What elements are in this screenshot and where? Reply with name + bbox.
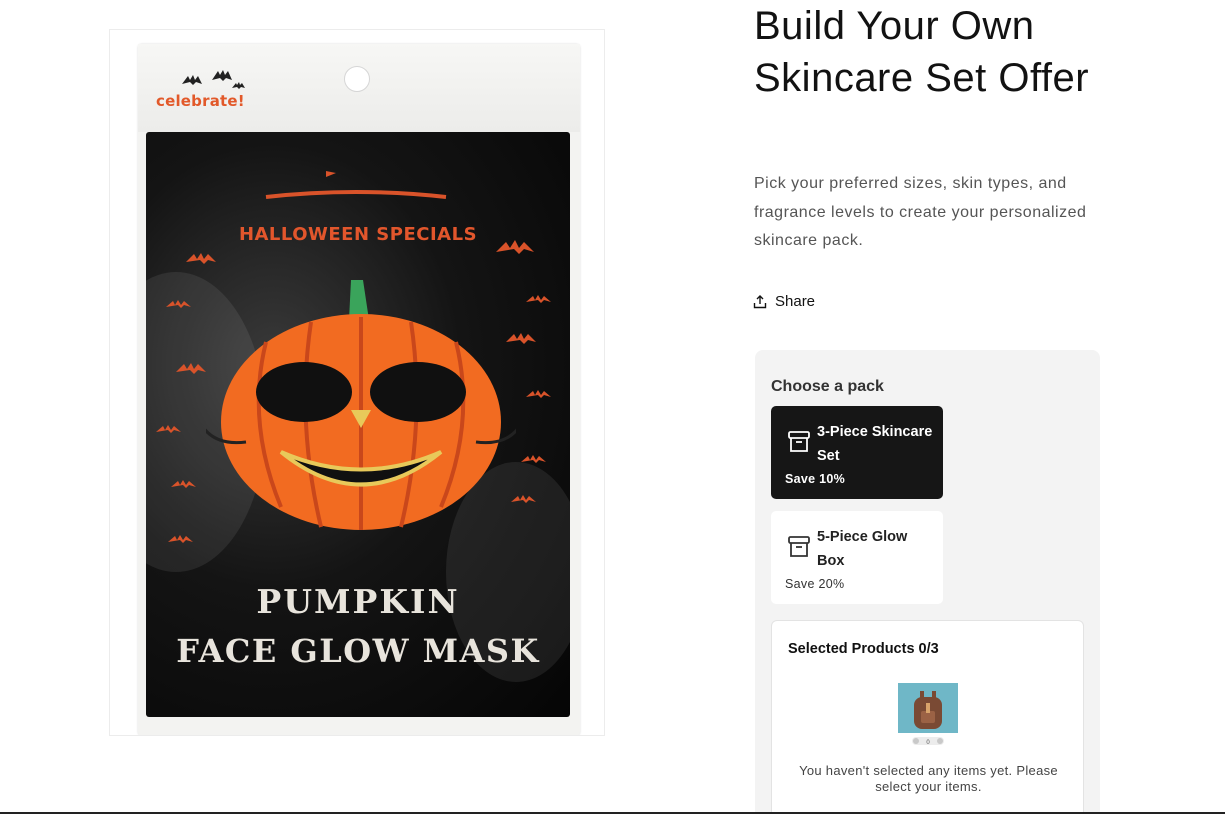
pack-option-5-piece[interactable]: 5-Piece Glow Box Save 20% xyxy=(771,511,943,604)
product-name-line2: FACE GLOW MASK xyxy=(176,632,540,670)
pumpkin-icon xyxy=(206,280,516,530)
hang-hole xyxy=(344,66,370,92)
empty-backpack-illustration-icon: 0 xyxy=(898,683,958,747)
box-icon xyxy=(788,431,810,452)
product-name-line1: PUMPKIN xyxy=(256,582,460,621)
halloween-banner: HALLOWEEN SPECIALS xyxy=(238,224,478,245)
pack-savings: Save 20% xyxy=(785,577,845,591)
bundle-builder: Choose a pack 3-Piece Skincare Set Save … xyxy=(755,350,1100,814)
pack-name: 3-Piece Skincare Set xyxy=(817,424,933,464)
pack-savings: Save 10% xyxy=(785,472,846,486)
selected-products-title: Selected Products 0/3 xyxy=(788,641,939,657)
product-title: Build Your Own Skincare Set Offer xyxy=(754,4,1090,100)
pack-name: 5-Piece Glow Box xyxy=(817,529,908,569)
choose-pack-label: Choose a pack xyxy=(771,378,884,395)
product-description: Pick your preferred sizes, skin types, a… xyxy=(754,175,1087,249)
product-package: celebrate! HALLOWEEN SPECIALS PUMPKIN FA… xyxy=(138,44,580,735)
box-icon xyxy=(788,536,810,557)
pack-option-3-piece[interactable]: 3-Piece Skincare Set Save 10% xyxy=(771,406,943,499)
product-image[interactable]: celebrate! HALLOWEEN SPECIALS PUMPKIN FA… xyxy=(109,29,605,736)
brand-logo-text: celebrate! xyxy=(156,92,245,110)
selected-products-panel: Selected Products 0/3 0 You haven't sele… xyxy=(771,620,1084,814)
package-front: HALLOWEEN SPECIALS PUMPKIN FACE GLOW MAS… xyxy=(146,132,570,717)
empty-selection-message: You haven't selected any items yet. Plea… xyxy=(799,763,1058,794)
share-label: Share xyxy=(775,293,816,310)
share-button[interactable]: Share xyxy=(753,293,815,310)
share-icon xyxy=(753,294,767,308)
